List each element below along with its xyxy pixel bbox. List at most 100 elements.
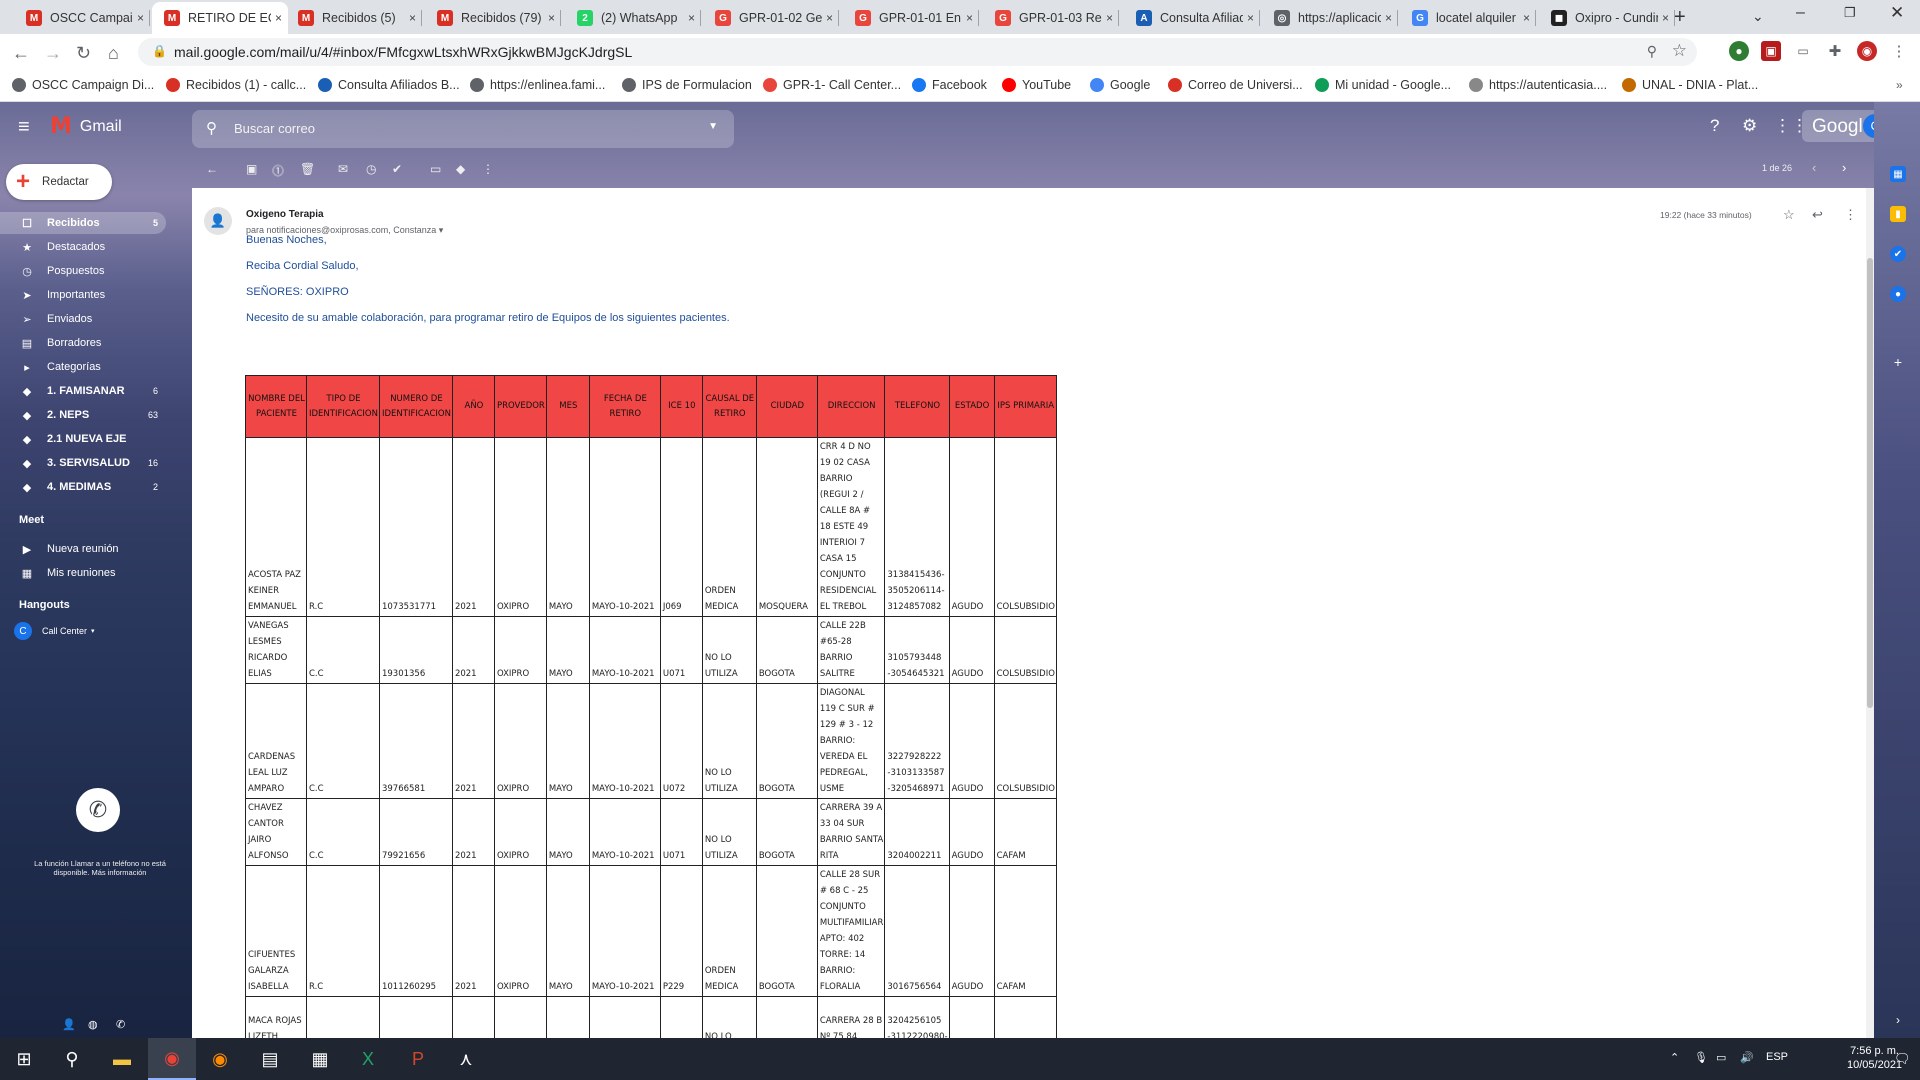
tab-close-icon[interactable]: × <box>966 11 973 25</box>
tab-close-icon[interactable]: × <box>1385 11 1392 25</box>
profile-avatar-icon[interactable]: ◉ <box>1857 41 1877 61</box>
extensions-puzzle-icon[interactable]: ✚ <box>1825 41 1845 61</box>
bookmark-7[interactable]: Facebook <box>912 78 987 92</box>
minimize-button[interactable]: – <box>1796 4 1805 22</box>
more-bookmarks-icon[interactable]: » <box>1896 78 1903 92</box>
keep-app-icon[interactable]: ▮ <box>1890 206 1906 222</box>
phone-tab-icon[interactable]: ✆ <box>116 1018 125 1031</box>
sidebar-item-6[interactable]: ▤ Borradores <box>0 332 166 354</box>
search-options-icon[interactable]: ▼ <box>708 121 718 132</box>
back-arrow-icon[interactable]: ← <box>12 43 30 64</box>
bookmark-8[interactable]: YouTube <box>1002 78 1071 92</box>
add-task-icon[interactable]: ✔ <box>392 162 402 176</box>
move-to-icon[interactable]: ▭ <box>430 162 441 176</box>
bookmark-6[interactable]: GPR-1- Call Center... <box>763 78 901 92</box>
tab-6[interactable]: G GPR-01-02 Ge × <box>703 2 839 34</box>
sender-avatar[interactable]: 👤 <box>204 207 232 235</box>
sidebar-item-12[interactable]: ◆ 4. MEDIMAS 2 <box>0 476 166 498</box>
snooze-icon[interactable]: ◷ <box>366 162 376 176</box>
home-icon[interactable]: ⌂ <box>108 43 119 64</box>
tab-5[interactable]: 2 (2) WhatsApp × <box>565 2 701 34</box>
app-taskbar-icon-1[interactable]: ▤ <box>246 1038 294 1080</box>
report-spam-icon[interactable]: ⓵ <box>272 162 284 179</box>
contacts-app-icon[interactable]: ● <box>1890 286 1906 302</box>
sidebar-item-7[interactable]: ▸ Categorías <box>0 356 166 378</box>
tab-11[interactable]: Glocatel alquiler × <box>1400 2 1536 34</box>
bookmark-1[interactable]: OSCC Campaign Di... <box>12 78 154 92</box>
bookmark-12[interactable]: https://autenticasia.... <box>1469 78 1607 92</box>
tab-4[interactable]: M Recibidos (79) × <box>425 2 561 34</box>
lock-icon[interactable]: 🔒 <box>152 44 167 58</box>
browser-menu-icon[interactable]: ⋮ <box>1889 41 1909 61</box>
calendar-app-icon[interactable]: ▦ <box>1890 166 1906 182</box>
compose-button[interactable]: + Redactar <box>6 164 112 200</box>
tab-close-icon[interactable]: × <box>548 11 555 25</box>
sidebar-item-3[interactable]: ◷ Pospuestos <box>0 260 166 282</box>
tab-close-icon[interactable]: × <box>1247 11 1254 25</box>
hangouts-user[interactable]: C Call Center ▾ <box>14 622 95 640</box>
zoom-icon[interactable]: ⚲ <box>1647 43 1657 60</box>
search-icon[interactable]: ⚲ <box>206 119 217 137</box>
settings-gear-icon[interactable]: ⚙ <box>1742 116 1757 136</box>
restore-button[interactable]: ❐ <box>1844 5 1856 21</box>
sidebar-item-4[interactable]: ➤ Importantes <box>0 284 166 306</box>
taskbar-search-icon[interactable]: ⚲ <box>48 1038 96 1080</box>
tab-close-icon[interactable]: × <box>1523 11 1530 25</box>
tab-close-icon[interactable]: × <box>826 11 833 25</box>
volume-icon[interactable]: 🔊 <box>1740 1051 1754 1064</box>
file-explorer-icon[interactable]: ▬ <box>98 1038 146 1080</box>
bookmark-9[interactable]: Google <box>1090 78 1150 92</box>
tab-1[interactable]: M OSCC Campaign × <box>14 2 150 34</box>
notifications-icon[interactable]: 🗨 <box>1894 1051 1911 1067</box>
omnibox[interactable]: 🔒 mail.google.com/mail/u/4/#inbox/FMfcgx… <box>138 38 1697 66</box>
extension-icon-1[interactable]: ● <box>1729 41 1749 61</box>
tab-close-icon[interactable]: × <box>1106 11 1113 25</box>
meet-item-2[interactable]: ▦ Mis reuniones <box>0 562 166 584</box>
excel-taskbar-icon[interactable]: X <box>344 1038 392 1080</box>
add-addon-icon[interactable]: + <box>1890 354 1906 370</box>
archive-icon[interactable]: ▣ <box>246 162 257 176</box>
sidebar-item-1[interactable]: ☐ Recibidos 5 <box>0 212 166 234</box>
tray-chevron-icon[interactable]: ⌃ <box>1670 1051 1679 1064</box>
app-taskbar-icon-2[interactable]: ▦ <box>296 1038 344 1080</box>
bookmark-star-icon[interactable]: ☆ <box>1672 41 1687 61</box>
language-indicator[interactable]: ESP <box>1766 1051 1788 1063</box>
gmail-logo[interactable]: M Gmail <box>50 114 122 139</box>
tab-close-icon[interactable]: × <box>137 11 144 25</box>
new-tab-button[interactable]: + <box>1674 6 1686 29</box>
extension-icon-2[interactable]: ▣ <box>1761 41 1781 61</box>
reply-icon[interactable]: ↩ <box>1812 207 1823 223</box>
older-chevron-icon[interactable]: › <box>1842 160 1846 175</box>
sidebar-item-8[interactable]: ◆ 1. FAMISANAR 6 <box>0 380 166 402</box>
chevron-down-icon[interactable]: ▾ <box>91 627 95 635</box>
acrobat-taskbar-icon[interactable]: ⋏ <box>442 1038 490 1080</box>
tab-7[interactable]: G GPR-01-01 En × <box>843 2 979 34</box>
star-icon[interactable]: ☆ <box>1783 207 1795 223</box>
bookmark-13[interactable]: UNAL - DNIA - Plat... <box>1622 78 1758 92</box>
bookmark-11[interactable]: Mi unidad - Google... <box>1315 78 1451 92</box>
tab-12[interactable]: ◼ Oxipro - Cundinamarca × <box>1539 2 1675 34</box>
label-icon[interactable]: ◆ <box>456 162 465 176</box>
newer-chevron-icon[interactable]: ‹ <box>1812 160 1816 175</box>
meet-item-1[interactable]: ▶ Nueva reunión <box>0 538 166 560</box>
tab-2[interactable]: M RETIRO DE EQUIPOS × <box>152 2 288 34</box>
sender-name[interactable]: Oxigeno Terapia <box>246 209 324 220</box>
forward-arrow-icon[interactable]: → <box>44 43 62 64</box>
microphone-icon[interactable]: 🎙 <box>1694 1051 1708 1064</box>
back-to-inbox-icon[interactable]: ← <box>206 162 218 176</box>
tab-close-icon[interactable]: × <box>275 11 282 25</box>
bookmark-3[interactable]: Consulta Afiliados B... <box>318 78 460 92</box>
main-menu-icon[interactable]: ≡ <box>18 116 30 139</box>
search-input[interactable]: ⚲ Buscar correo ▼ <box>192 110 734 148</box>
tab-close-icon[interactable]: × <box>409 11 416 25</box>
message-scrollbar[interactable] <box>1866 188 1874 1038</box>
tab-8[interactable]: G GPR-01-03 Re × <box>983 2 1119 34</box>
tab-search-icon[interactable]: ⌄ <box>1752 8 1764 25</box>
bookmark-5[interactable]: IPS de Formulacion <box>622 78 752 92</box>
bookmark-2[interactable]: Recibidos (1) - callc... <box>166 78 306 92</box>
sidebar-item-5[interactable]: ➢ Enviados <box>0 308 166 330</box>
tasks-app-icon[interactable]: ✔ <box>1890 246 1906 262</box>
network-icon[interactable]: ▭ <box>1716 1051 1726 1064</box>
sidebar-item-11[interactable]: ◆ 3. SERVISALUD 16 <box>0 452 166 474</box>
hide-side-panel-icon[interactable]: › <box>1890 1012 1906 1028</box>
